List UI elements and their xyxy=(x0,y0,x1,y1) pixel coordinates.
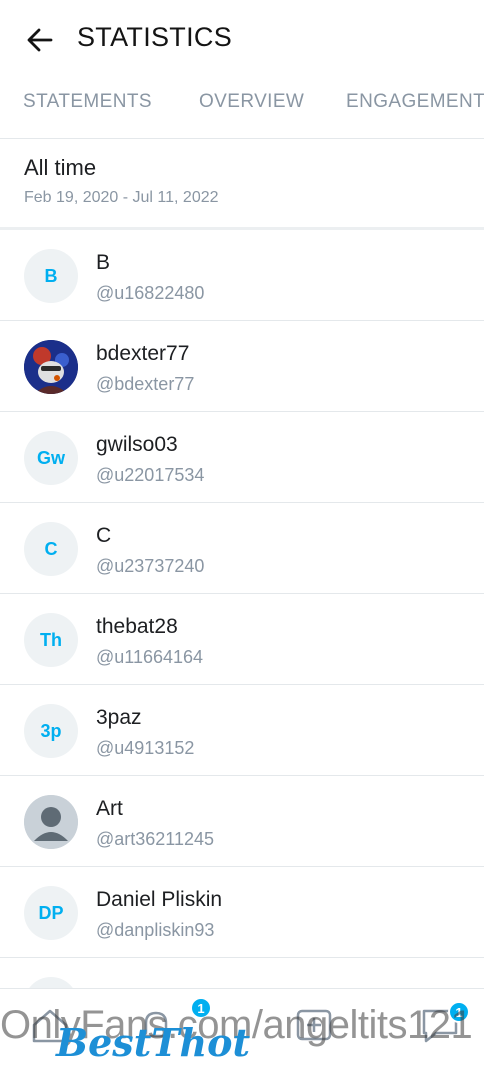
user-name: B xyxy=(96,251,111,274)
avatar: C xyxy=(24,522,78,576)
back-button[interactable] xyxy=(22,22,58,58)
avatar: DP xyxy=(24,886,78,940)
avatar: Th xyxy=(24,613,78,667)
user-name: 3paz xyxy=(96,706,142,729)
list-item[interactable]: bdexter77 @bdexter77 xyxy=(0,321,484,412)
list-item[interactable]: 3p 3paz @u4913152 xyxy=(0,685,484,776)
user-name: bdexter77 xyxy=(96,342,190,365)
list-item[interactable]: DP Daniel Pliskin @danpliskin93 xyxy=(0,867,484,958)
avatar xyxy=(24,795,78,849)
tab-engagement[interactable]: ENGAGEMENT xyxy=(346,91,484,113)
user-photo-icon xyxy=(24,340,78,394)
user-handle: @u23737240 xyxy=(96,556,205,576)
watermark-logo: BestThot xyxy=(56,1020,251,1065)
arrow-left-icon xyxy=(27,28,53,52)
tab-statements[interactable]: STATEMENTS xyxy=(23,91,152,113)
user-name: Daniel Pliskin xyxy=(96,888,223,911)
user-handle: @u16822480 xyxy=(96,283,205,303)
avatar: B xyxy=(24,249,78,303)
list-item[interactable]: Th thebat28 @u11664164 xyxy=(0,594,484,685)
tab-overview[interactable]: OVERVIEW xyxy=(199,91,304,113)
period-selector[interactable]: All time Feb 19, 2020 - Jul 11, 2022 xyxy=(0,139,484,227)
page-title: STATISTICS xyxy=(77,22,233,52)
user-handle: @bdexter77 xyxy=(96,374,195,394)
stats-tabs: STATEMENTS OVERVIEW ENGAGEMENT xyxy=(0,78,484,124)
period-title: All time xyxy=(24,155,97,180)
list-item[interactable]: B B @u16822480 xyxy=(0,230,484,321)
user-name: thebat28 xyxy=(96,615,178,638)
user-name: gwilso03 xyxy=(96,433,178,456)
user-handle: @art36211245 xyxy=(96,829,215,849)
period-range: Feb 19, 2020 - Jul 11, 2022 xyxy=(24,189,219,206)
list-item[interactable]: Art @art36211245 xyxy=(0,776,484,867)
user-name: C xyxy=(96,524,112,547)
avatar: 3p xyxy=(24,704,78,758)
default-user-icon xyxy=(24,795,78,849)
avatar xyxy=(24,340,78,394)
user-handle: @u11664164 xyxy=(96,647,204,667)
list-item[interactable]: C C @u23737240 xyxy=(0,503,484,594)
user-name: Art xyxy=(96,797,123,820)
user-handle: @u4913152 xyxy=(96,738,195,758)
app-header: STATISTICS xyxy=(0,0,484,76)
list-item[interactable]: Gw gwilso03 @u22017534 xyxy=(0,412,484,503)
avatar: Gw xyxy=(24,431,78,485)
user-handle: @u22017534 xyxy=(96,465,205,485)
user-handle: @danpliskin93 xyxy=(96,920,215,940)
